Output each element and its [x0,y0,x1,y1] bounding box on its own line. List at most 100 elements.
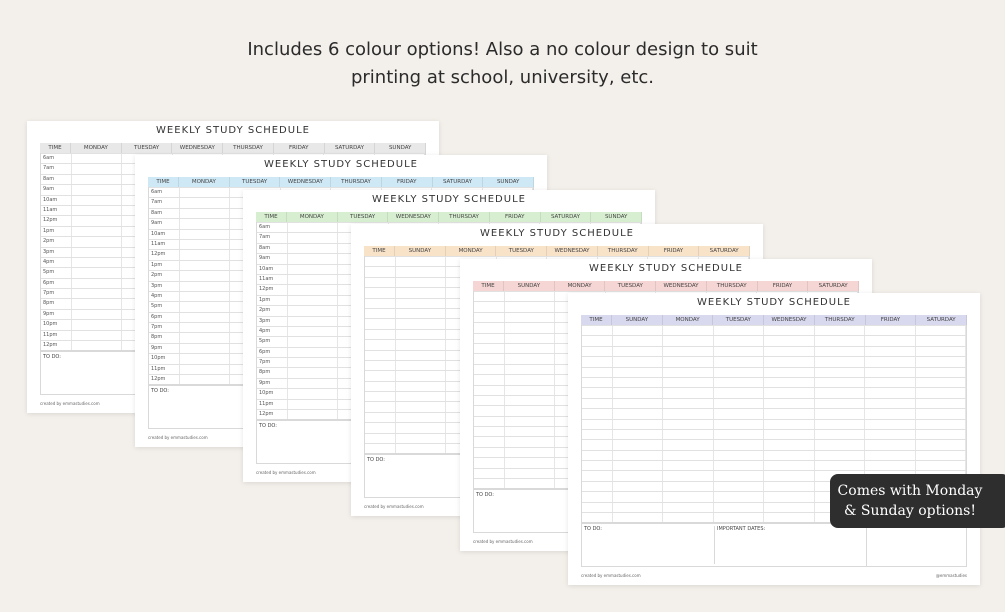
schedule-cell [714,357,765,367]
schedule-cell [72,299,123,309]
day-column-header: TUESDAY [713,315,765,325]
day-column-header: TUESDAY [122,143,173,153]
schedule-cell [916,367,966,377]
schedule-cell [663,450,714,461]
callout-line-2: & Sunday options! [844,503,976,519]
time-cell: 7am [149,198,180,208]
table-row [582,376,966,388]
table-row [582,335,966,346]
credit-text: created by emmastudies.com [256,470,316,475]
time-cell: 3pm [257,316,288,326]
schedule-cell [180,219,231,229]
schedule-cell [865,326,916,336]
schedule-cell [714,367,765,377]
schedule-cell [396,329,447,340]
time-cell: 6pm [149,312,180,323]
time-cell: 7pm [149,323,180,333]
headline: Includes 6 colour options! Also a no col… [0,36,1005,92]
schedule-cell [72,330,123,341]
schedule-cell [288,285,339,295]
headline-line-1: Includes 6 colour options! Also a no col… [247,39,758,60]
schedule-cell [505,395,556,406]
credit-text: created by emmastudies.com [40,401,100,406]
schedule-cell [613,502,664,513]
schedule-cell [613,357,664,367]
schedule-cell [714,409,765,419]
schedule-cell [865,419,916,429]
time-cell: 11pm [257,399,288,410]
schedule-cell [72,320,123,330]
schedule-cell [815,440,866,450]
schedule-cell [180,375,231,385]
schedule-cell [396,381,447,392]
schedule-cell [396,412,447,423]
table-row [582,387,966,398]
schedule-cell [180,333,231,343]
schedule-cell [396,257,447,267]
time-cell: 9pm [257,378,288,389]
schedule-cell [764,409,815,419]
todo-label: TO DO: [584,526,602,532]
schedule-cell [663,513,714,523]
time-cell [474,479,505,489]
table-row [582,397,966,409]
time-cell: 9am [149,219,180,229]
schedule-cell [916,346,966,357]
time-cell [582,429,613,440]
schedule-cell [505,406,556,416]
day-column-header: MONDAY [446,246,497,256]
schedule-cell [288,306,339,316]
time-cell: 12pm [257,410,288,420]
time-cell [365,350,396,360]
time-cell [365,308,396,319]
schedule-cell [663,419,714,429]
time-cell: 10am [149,229,180,239]
time-cell: 4pm [41,257,72,268]
schedule-sheet-purple: WEEKLY STUDY SCHEDULE TIME SUNDAY MONDAY TU… [568,293,980,585]
time-cell: 8pm [149,333,180,343]
schedule-cell [180,188,231,198]
time-cell [582,367,613,377]
schedule-cell [714,440,765,450]
time-cell [474,302,505,312]
schedule-cell [505,343,556,354]
day-column-header: TUESDAY [338,212,389,222]
schedule-cell [72,154,123,164]
time-cell [365,402,396,412]
grid-header: TIME SUNDAY MONDAY TUESDAY WEDNESDAY THURSDAY… [581,315,968,325]
schedule-cell [815,388,866,398]
time-cell [474,312,505,323]
schedule-cell [396,433,447,444]
time-cell [582,502,613,513]
schedule-cell [288,326,339,337]
time-cell [474,395,505,406]
schedule-cell [72,195,123,205]
day-column-header: SUNDAY [612,315,663,325]
day-column-header: THURSDAY [598,246,649,256]
time-cell: 9am [41,185,72,195]
schedule-cell [180,271,231,281]
schedule-cell [764,440,815,450]
time-cell [474,406,505,416]
schedule-cell [663,377,714,388]
grid-header: TIME MONDAY TUESDAY WEDNESDAY THURSDAY FRIDAY… [256,212,643,222]
schedule-cell [180,312,231,323]
day-column-header: THURSDAY [707,281,758,291]
credit-text: created by emmastudies.com [581,573,641,578]
schedule-cell [288,233,339,243]
schedule-cell [865,336,916,346]
schedule-cell [72,237,123,247]
day-column-header: FRIDAY [866,315,917,325]
schedule-cell [505,323,556,333]
time-cell [582,492,613,502]
schedule-cell [505,447,556,458]
schedule-cell [288,295,339,306]
schedule-cell [505,427,556,437]
time-cell: 12pm [257,285,288,295]
time-cell [474,385,505,395]
schedule-cell [663,346,714,357]
schedule-cell [505,333,556,343]
schedule-cell [916,398,966,409]
schedule-cell [714,336,765,346]
time-cell [582,398,613,409]
